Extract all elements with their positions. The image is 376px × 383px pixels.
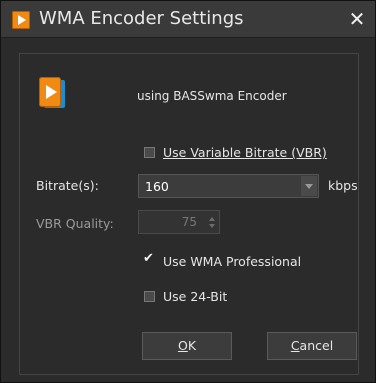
cancel-button[interactable]: Cancel — [267, 332, 357, 360]
chevron-down-icon[interactable] — [301, 176, 317, 196]
encoder-info-label: using BASSwma Encoder — [137, 89, 287, 103]
bitrate-label: Bitrate(s): — [36, 178, 99, 193]
vbr-quality-value: 75 — [181, 215, 197, 229]
ok-label-rest: K — [187, 338, 197, 353]
logo-front-shape — [39, 77, 61, 107]
bit24-checkbox-row[interactable]: Use 24-Bit — [144, 289, 227, 304]
bit24-checkbox[interactable] — [144, 291, 155, 302]
cancel-mnemonic: C — [290, 338, 300, 353]
title-bar[interactable]: WMA Encoder Settings ✕ — [1, 1, 375, 38]
wma-encoder-settings-dialog: WMA Encoder Settings ✕ using BASSwma Enc… — [0, 0, 376, 383]
spin-down-icon[interactable] — [209, 224, 215, 228]
vbr-checkbox-row[interactable]: Use Variable Bitrate (VBR) — [144, 145, 327, 160]
bitrate-value: 160 — [145, 179, 169, 194]
wma-pro-checkbox-label[interactable]: Use WMA Professional — [163, 254, 301, 269]
vbr-quality-label: VBR Quality: — [36, 216, 114, 231]
bit24-checkbox-label[interactable]: Use 24-Bit — [163, 289, 227, 304]
window-title: WMA Encoder Settings — [39, 8, 244, 29]
ok-mnemonic: O — [177, 338, 188, 353]
encoder-logo-icon — [39, 77, 67, 111]
bitrate-dropdown[interactable]: 160 — [138, 174, 319, 198]
media-player-icon — [12, 11, 30, 29]
bitrate-units: kbps — [328, 178, 358, 193]
wma-pro-checkbox[interactable] — [143, 251, 155, 267]
wma-pro-checkbox-row[interactable]: Use WMA Professional — [143, 251, 301, 269]
spin-up-icon[interactable] — [209, 217, 215, 221]
vbr-checkbox[interactable] — [144, 147, 155, 158]
vbr-quality-spinner[interactable]: 75 — [138, 210, 220, 234]
close-icon[interactable]: ✕ — [347, 9, 367, 29]
vbr-checkbox-label[interactable]: Use Variable Bitrate (VBR) — [163, 145, 327, 160]
ok-button[interactable]: OK — [142, 332, 232, 360]
cancel-label-rest: ancel — [299, 338, 334, 353]
